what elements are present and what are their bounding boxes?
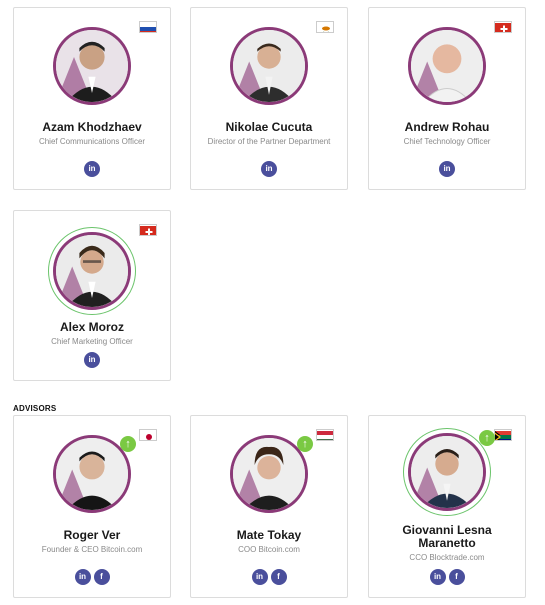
member-name: Azam Khodzhaev <box>42 120 142 134</box>
linkedin-icon[interactable]: in <box>74 569 91 585</box>
avatar <box>229 26 309 106</box>
member-role: Director of the Partner Department <box>207 137 331 146</box>
member-role: COO Bitcoin.com <box>238 545 300 554</box>
member-name: Mate Tokay <box>236 528 302 542</box>
social-links: in <box>14 161 170 177</box>
member-name: Andrew Rohau <box>404 120 490 134</box>
facebook-icon[interactable]: f <box>270 569 287 585</box>
avatar: ↑ <box>403 428 495 516</box>
avatar <box>48 227 136 315</box>
south-africa-flag-icon <box>494 429 512 441</box>
member-name: Roger Ver <box>63 528 121 542</box>
advisor-card-roger: ↑ Roger Ver Founder & CEO Bitcoin.com in… <box>13 415 171 598</box>
social-links: in f <box>369 569 525 585</box>
team-card-azam: Azam Khodzhaev Chief Communications Offi… <box>13 7 171 190</box>
linkedin-icon[interactable]: in <box>261 161 277 177</box>
member-name: Nikolae Cucuta <box>225 120 313 134</box>
linkedin-icon[interactable]: in <box>429 569 446 585</box>
member-name: Giovanni Lesna Maranetto <box>402 523 492 550</box>
team-card-nikolae: Nikolae Cucuta Director of the Partner D… <box>190 7 348 190</box>
social-links: in <box>369 161 525 177</box>
member-role: Chief Marketing Officer <box>51 337 133 346</box>
advisor-card-mate: ↑ Mate Tokay COO Bitcoin.com in f <box>190 415 348 598</box>
upvote-icon[interactable]: ↑ <box>479 430 495 446</box>
avatar: ↑ <box>229 434 313 514</box>
switzerland-flag-icon <box>139 224 157 236</box>
switzerland-flag-icon <box>494 21 512 33</box>
advisor-card-giovanni: ↑ Giovanni Lesna Maranetto CCO Blocktrad… <box>368 415 526 598</box>
social-links: in f <box>14 569 170 585</box>
avatar: ↑ <box>52 434 136 514</box>
linkedin-icon[interactable]: in <box>84 161 100 177</box>
social-links: in f <box>191 569 347 585</box>
upvote-icon[interactable]: ↑ <box>297 436 313 452</box>
japan-flag-icon <box>139 429 157 441</box>
linkedin-icon[interactable]: in <box>439 161 455 177</box>
team-card-alex: Alex Moroz Chief Marketing Officer in <box>13 210 171 381</box>
social-links: in <box>14 352 170 368</box>
linkedin-icon[interactable]: in <box>84 352 100 368</box>
team-card-andrew: Andrew Rohau Chief Technology Officer in <box>368 7 526 190</box>
avatar <box>407 26 487 106</box>
member-role: CCO Blocktrade.com <box>409 553 485 562</box>
member-name: Alex Moroz <box>59 320 124 334</box>
upvote-icon[interactable]: ↑ <box>120 436 136 452</box>
member-role: Founder & CEO Bitcoin.com <box>41 545 143 554</box>
cyprus-flag-icon <box>316 21 334 33</box>
section-heading-advisors: ADVISORS <box>13 404 57 413</box>
social-links: in <box>191 161 347 177</box>
member-role: Chief Technology Officer <box>403 137 491 146</box>
hungary-flag-icon <box>316 429 334 441</box>
russia-flag-icon <box>139 21 157 33</box>
linkedin-icon[interactable]: in <box>251 569 268 585</box>
facebook-icon[interactable]: f <box>93 569 110 585</box>
member-role: Chief Communications Officer <box>38 137 146 146</box>
facebook-icon[interactable]: f <box>448 569 465 585</box>
avatar <box>52 26 132 106</box>
